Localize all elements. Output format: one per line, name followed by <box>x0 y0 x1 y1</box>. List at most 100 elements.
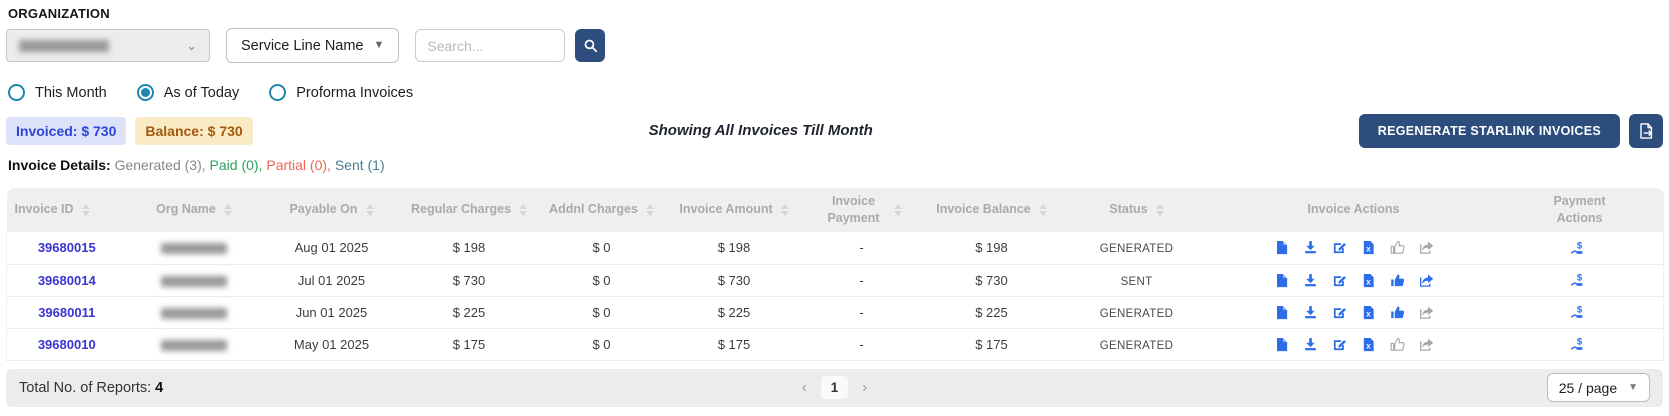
sort-icon <box>645 204 654 216</box>
radio-as-of-today[interactable]: As of Today <box>136 84 240 101</box>
pagination: ‹ 1 › <box>797 376 873 399</box>
radio-circle <box>269 84 287 101</box>
payment-actions-cell: $ <box>1496 272 1664 288</box>
org-name-redacted <box>161 243 227 255</box>
view-invoice-icon[interactable] <box>1274 273 1289 288</box>
caret-down-icon: ▼ <box>373 39 385 51</box>
sort-icon <box>893 204 902 216</box>
view-invoice-icon[interactable] <box>1274 305 1289 320</box>
previous-page-button[interactable]: ‹ <box>797 377 812 398</box>
approve-invoice-thumbs-up-icon[interactable] <box>1390 273 1405 288</box>
download-invoice-icon[interactable] <box>1303 337 1318 352</box>
search-input[interactable] <box>415 29 566 62</box>
radio-label: This Month <box>35 84 107 101</box>
svg-text:$: $ <box>1577 337 1583 348</box>
col-header-status[interactable]: Status <box>1061 188 1212 232</box>
search-icon <box>582 37 599 54</box>
excel-export-icon[interactable]: x <box>1361 273 1376 288</box>
radio-label: As of Today <box>163 84 240 101</box>
invoice-id-link[interactable]: 39680011 <box>38 305 95 320</box>
service-line-dropdown[interactable]: Service Line Name ▼ <box>226 28 400 63</box>
share-invoice-icon[interactable] <box>1419 273 1434 288</box>
col-header-invoice-balance[interactable]: Invoice Balance <box>921 188 1062 232</box>
addnl-charges-cell: $ 0 <box>536 264 667 297</box>
svg-text:x: x <box>1366 277 1371 286</box>
view-invoice-icon[interactable] <box>1274 337 1289 352</box>
approve-invoice-thumbs-up-icon[interactable] <box>1390 305 1405 320</box>
status-badge: SENT <box>1120 275 1153 288</box>
view-invoice-icon[interactable] <box>1274 240 1289 255</box>
col-header-regular-charges[interactable]: Regular Charges <box>401 188 537 232</box>
invoice-view-radio-group: This Month As of Today Proforma Invoices <box>8 84 1663 101</box>
svg-text:x: x <box>1366 245 1371 254</box>
current-page-button[interactable]: 1 <box>820 376 849 399</box>
invoice-amount-cell: $ 175 <box>666 328 802 361</box>
table-row: 39680011 Jun 01 2025 $ 225 $ 0 $ 225 - $… <box>6 296 1664 329</box>
record-payment-hand-dollar-icon[interactable]: $ <box>1570 240 1589 256</box>
radio-circle <box>8 84 25 101</box>
share-invoice-icon[interactable] <box>1419 305 1434 320</box>
sort-icon <box>1155 204 1164 216</box>
sort-icon <box>780 204 789 216</box>
table-footer: Total No. of Reports: 4 ‹ 1 › 25 / page ▼ <box>6 368 1663 407</box>
download-invoice-icon[interactable] <box>1303 305 1318 320</box>
total-reports-value: 4 <box>155 379 164 396</box>
invoice-payment-cell: - <box>801 264 922 297</box>
org-name-redacted <box>161 275 227 287</box>
col-header-payment-actions: Payment Actions <box>1495 188 1664 232</box>
invoice-id-link[interactable]: 39680014 <box>38 273 96 288</box>
file-export-icon <box>1636 121 1656 141</box>
radio-circle <box>136 84 154 101</box>
edit-invoice-icon[interactable] <box>1332 337 1347 352</box>
export-report-button[interactable] <box>1629 114 1663 148</box>
organization-dropdown[interactable]: ⌄ <box>6 29 210 62</box>
approve-invoice-thumbs-up-icon[interactable] <box>1390 240 1405 255</box>
col-header-invoice-payment[interactable]: Invoice Payment <box>801 188 922 232</box>
record-payment-hand-dollar-icon[interactable]: $ <box>1570 272 1589 288</box>
caret-down-icon: ▼ <box>1628 381 1639 393</box>
invoice-amount-cell: $ 225 <box>666 296 802 329</box>
svg-text:$: $ <box>1577 240 1583 251</box>
invoice-actions-cell: x <box>1212 305 1496 320</box>
invoice-details-line: Invoice Details: Generated (3), Paid (0)… <box>8 157 1663 173</box>
status-badge: GENERATED <box>1099 339 1174 352</box>
invoice-id-link[interactable]: 39680010 <box>38 337 96 352</box>
regular-charges-cell: $ 175 <box>401 328 537 361</box>
excel-export-icon[interactable]: x <box>1361 337 1376 352</box>
col-header-payable-on[interactable]: Payable On <box>261 188 402 232</box>
addnl-charges-cell: $ 0 <box>536 296 667 329</box>
share-invoice-icon[interactable] <box>1419 337 1434 352</box>
page-size-select[interactable]: 25 / page ▼ <box>1546 373 1651 402</box>
col-header-addnl-charges[interactable]: Addnl Charges <box>536 188 667 232</box>
download-invoice-icon[interactable] <box>1303 240 1318 255</box>
edit-invoice-icon[interactable] <box>1332 273 1347 288</box>
excel-export-icon[interactable]: x <box>1361 305 1376 320</box>
approve-invoice-thumbs-up-icon[interactable] <box>1390 337 1405 352</box>
record-payment-hand-dollar-icon[interactable]: $ <box>1570 304 1589 320</box>
next-page-button[interactable]: › <box>857 377 872 398</box>
payable-on-cell: May 01 2025 <box>261 328 402 361</box>
col-header-invoice-id[interactable]: Invoice ID <box>6 188 127 232</box>
col-header-invoice-amount[interactable]: Invoice Amount <box>666 188 802 232</box>
invoice-id-link[interactable]: 39680015 <box>38 240 96 255</box>
invoice-actions-cell: x <box>1212 240 1496 255</box>
record-payment-hand-dollar-icon[interactable]: $ <box>1570 336 1589 352</box>
radio-this-month[interactable]: This Month <box>8 84 107 101</box>
payable-on-cell: Jun 01 2025 <box>261 296 402 329</box>
invoice-balance-cell: $ 225 <box>921 296 1062 329</box>
totals-badges: Invoiced: $ 730 Balance: $ 730 <box>6 117 253 145</box>
balance-total-badge: Balance: $ 730 <box>135 117 253 145</box>
header-action-buttons: REGENERATE STARLINK INVOICES <box>1358 114 1663 148</box>
radio-proforma-invoices[interactable]: Proforma Invoices <box>269 84 413 101</box>
download-invoice-icon[interactable] <box>1303 273 1318 288</box>
excel-export-icon[interactable]: x <box>1361 240 1376 255</box>
search-button[interactable] <box>575 29 606 62</box>
share-invoice-icon[interactable] <box>1419 240 1434 255</box>
regular-charges-cell: $ 198 <box>401 232 537 265</box>
table-row: 39680014 Jul 01 2025 $ 730 $ 0 $ 730 - $… <box>6 264 1664 297</box>
svg-text:x: x <box>1366 341 1371 350</box>
col-header-org-name[interactable]: Org Name <box>126 188 262 232</box>
edit-invoice-icon[interactable] <box>1332 305 1347 320</box>
regenerate-starlink-invoices-button[interactable]: REGENERATE STARLINK INVOICES <box>1358 114 1620 148</box>
edit-invoice-icon[interactable] <box>1332 240 1347 255</box>
